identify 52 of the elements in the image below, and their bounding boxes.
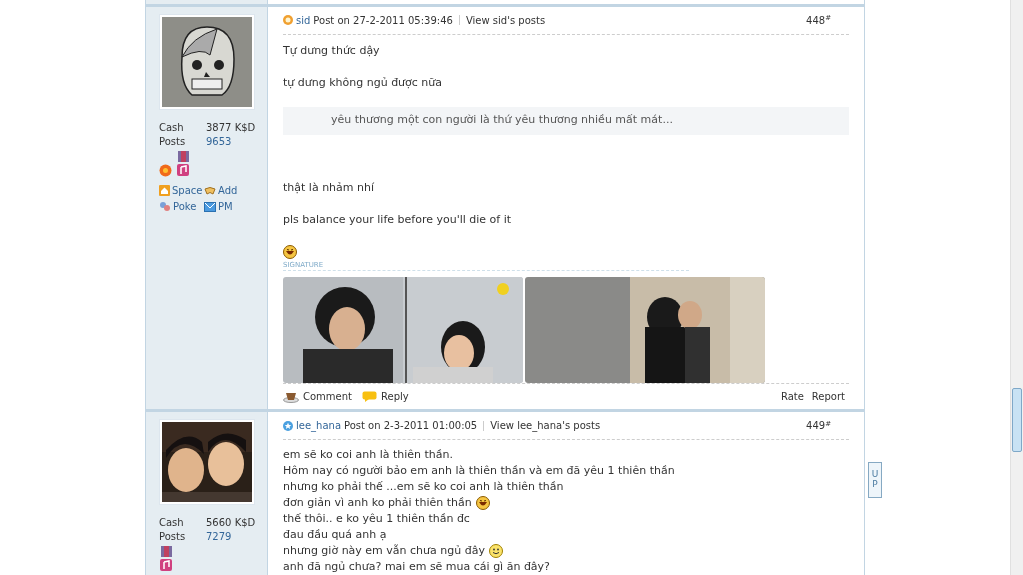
smiley-icon	[488, 544, 503, 558]
post-text: nhưng ko phải thế ...em sẽ ko coi anh là thiên thần	[283, 479, 565, 495]
post-text: Hôm nay có người bảo em anh là thiên thần và em đã yêu 1 thiên thần	[283, 463, 676, 479]
stat-label: Posts	[159, 530, 187, 544]
envelope-icon	[204, 201, 216, 212]
footer-link[interactable]: Rate	[780, 389, 804, 404]
post-text: pls balance your life before you'll die of it	[283, 211, 513, 228]
profile-link[interactable]: Space	[159, 182, 204, 199]
stat-value: 5660 K$D	[206, 516, 256, 530]
profile-link[interactable]: Add	[204, 182, 249, 199]
scrollbar-thumb[interactable]	[1012, 388, 1022, 452]
profile-link[interactable]: Poke	[159, 198, 204, 215]
author-link[interactable]: lee_hana	[296, 418, 341, 433]
stat-label: Posts	[159, 134, 187, 149]
cup-icon	[283, 390, 299, 403]
post-text: Tự dưng thức dậy	[283, 42, 381, 59]
laughing-smiley-icon	[475, 496, 490, 510]
medal-icon	[176, 150, 191, 177]
house-icon	[159, 185, 170, 196]
post-text: đau đầu quá anh ạ	[283, 527, 388, 543]
stat-value: 9653	[206, 134, 232, 149]
post-text: thế thôi.. e ko yêu 1 thiên thần đc	[283, 511, 471, 527]
view-posts-link[interactable]: View sid's posts	[465, 12, 546, 28]
post-text: em sẽ ko coi anh là thiên thần.	[283, 447, 455, 463]
stat-label: Cash	[159, 120, 185, 135]
footer-link[interactable]: Comment	[283, 389, 352, 404]
scroll-up-button[interactable]: UP	[868, 462, 882, 498]
quote-text: yêu thương một con người là thứ yêu thương nhiều mất mát...	[331, 112, 673, 129]
post-number: 449$^{#}$	[806, 418, 831, 433]
post-date: Post on 2-3-2011 01:00:05	[344, 419, 478, 433]
post-text: đơn giản vì anh ko phải thiên thần	[283, 495, 849, 511]
medal-icon	[159, 546, 174, 572]
post-date: Post on 27-2-2011 05:39:46	[313, 13, 453, 28]
scrollbar[interactable]	[1010, 0, 1023, 575]
star-badge-icon	[283, 420, 293, 431]
footer-link[interactable]: Reply	[362, 389, 409, 404]
post-text: anh đã ngủ chưa? mai em sẽ mua cái gì ăn đây?	[283, 559, 551, 575]
post-text: nhưng giờ này em vẫn chưa ngủ đây	[283, 543, 849, 559]
stat-value: 3877 K$D	[206, 120, 256, 135]
speech-bubble-icon	[362, 390, 377, 403]
laughing-smiley-icon	[283, 244, 297, 259]
stat-value: 7279	[206, 530, 232, 544]
post-number: 448$^{#}$	[806, 13, 831, 28]
post-text: tự dưng không ngủ được nữa	[283, 74, 444, 91]
view-posts-link[interactable]: View lee_hana's posts	[490, 418, 601, 433]
footer-link[interactable]: Report	[811, 389, 845, 404]
post-text: thật là nhảm nhí	[283, 179, 376, 196]
profile-link[interactable]: PM	[204, 198, 249, 215]
flower-icon	[159, 163, 172, 177]
author-link[interactable]: sid	[296, 12, 311, 28]
sun-badge-icon	[283, 15, 293, 25]
stat-label: Cash	[159, 516, 185, 530]
